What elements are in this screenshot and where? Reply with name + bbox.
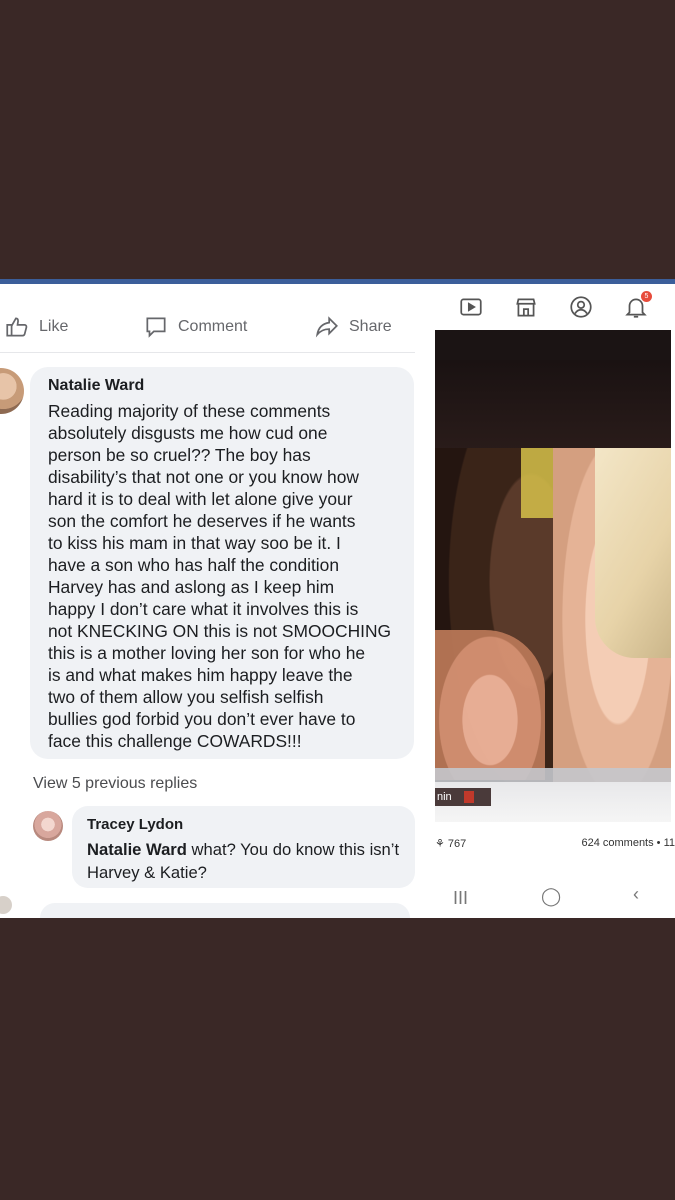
like-button[interactable]: Like: [4, 314, 68, 340]
like-label: Like: [39, 318, 69, 335]
comment-button[interactable]: Comment: [143, 314, 247, 340]
facebook-comments-panel: Like Comment Share Natalie Ward Reading …: [0, 284, 425, 918]
reaction-count-value: 767: [447, 838, 467, 850]
next-comment-avatar: [0, 896, 12, 914]
android-nav-bar: III ◯ ‹: [433, 864, 675, 918]
notification-badge: 5: [641, 291, 652, 302]
reply-text: Natalie Ward what? You do know this isn’…: [87, 838, 409, 884]
profile-icon[interactable]: [568, 294, 594, 320]
video-dark-region: [435, 360, 671, 454]
speech-bubble-icon: [143, 314, 169, 340]
comment-text: Reading majority of these comments absol…: [48, 401, 392, 751]
channel-badge: nin: [435, 788, 491, 806]
video-hair: [595, 448, 671, 658]
thumbs-up-icon: [4, 314, 30, 340]
marketplace-icon[interactable]: [513, 294, 539, 320]
share-arrow-icon: [314, 314, 340, 340]
top-background: [0, 0, 675, 282]
comment-label: Comment: [178, 318, 248, 335]
reply-avatar[interactable]: [33, 811, 63, 841]
comment-bubble: Natalie Ward Reading majority of these c…: [30, 367, 414, 759]
video-frame[interactable]: nin: [435, 330, 671, 822]
channel-logo-icon: [463, 791, 474, 804]
video-top-bar: [435, 330, 671, 360]
view-previous-replies-link[interactable]: View 5 previous replies: [33, 775, 197, 793]
comment-author[interactable]: Natalie Ward: [48, 377, 144, 395]
back-icon[interactable]: ‹: [633, 884, 639, 905]
screenshot-content: Like Comment Share Natalie Ward Reading …: [0, 284, 675, 918]
video-icon[interactable]: [458, 294, 484, 320]
bottom-background: [0, 918, 675, 1200]
post-stats: ⚘ 767 624 comments • 11: [433, 837, 675, 857]
video-ticker: [435, 768, 671, 782]
channel-text: nin: [437, 791, 452, 803]
reply-bubble: Tracey Lydon Natalie Ward what? You do k…: [72, 806, 415, 888]
reply-author[interactable]: Tracey Lydon: [87, 816, 183, 833]
post-action-bar: Like Comment Share: [0, 292, 415, 353]
commenter-avatar[interactable]: [0, 368, 24, 414]
video-hand: [435, 630, 545, 780]
home-icon[interactable]: ◯: [541, 886, 561, 907]
reply-mention[interactable]: Natalie Ward: [87, 840, 187, 859]
recent-apps-icon[interactable]: III: [453, 888, 468, 909]
share-button[interactable]: Share: [314, 314, 392, 340]
comments-count[interactable]: 624 comments • 11: [581, 837, 675, 849]
phone-screenshot-panel: 5 nin ⚘ 767 624 comments • 11 III ◯ ‹: [433, 284, 675, 918]
share-label: Share: [349, 318, 392, 335]
reaction-count[interactable]: ⚘ 767: [435, 837, 466, 850]
next-comment-bubble: [40, 903, 410, 918]
